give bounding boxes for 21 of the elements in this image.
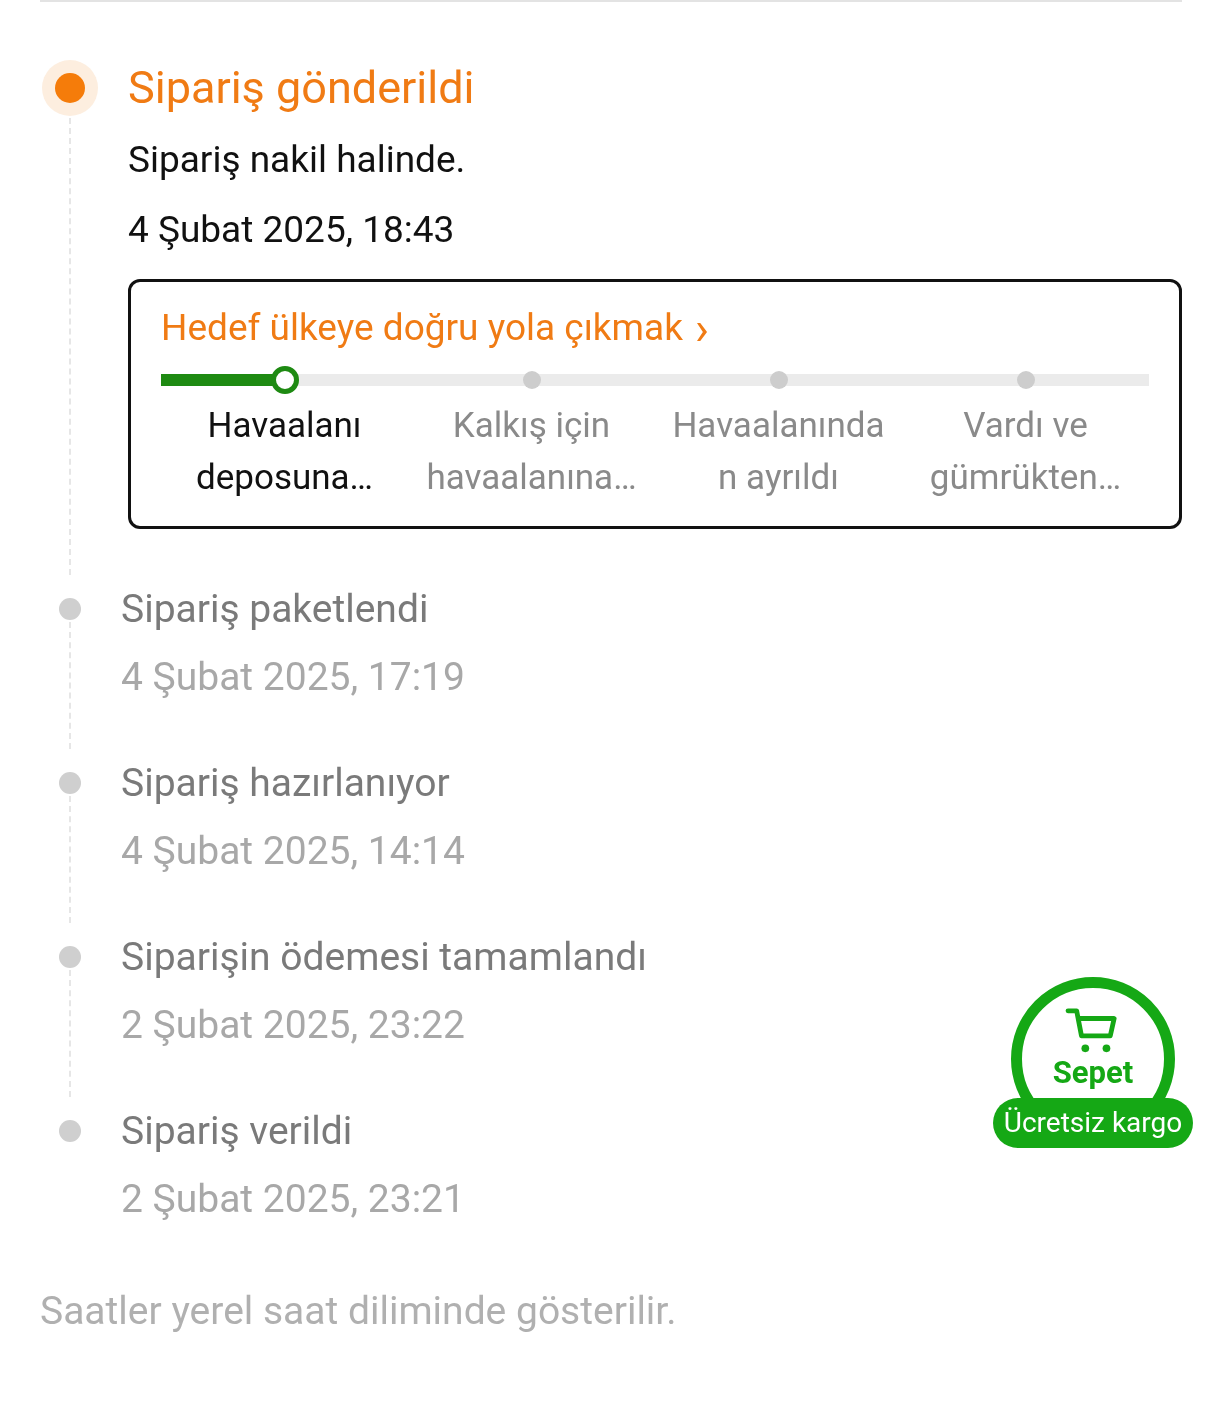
status-detail: Sipariş nakil halinde.: [128, 137, 466, 183]
status-title: Sipariş gönderildi: [128, 60, 475, 116]
free-shipping-ribbon: Ücretsiz kargo: [993, 1098, 1193, 1148]
status-detail: 2 Şubat 2025, 23:21: [121, 1175, 465, 1224]
timezone-note: Saatler yerel saat diliminde gösterilir.: [39, 1287, 678, 1336]
status-detail: 4 Şubat 2025, 17:19: [121, 653, 465, 702]
status-detail: 2 Şubat 2025, 23:22: [121, 1001, 465, 1050]
status-title: Sipariş hazırlanıyor: [121, 759, 450, 808]
chevron-icon: ›: [694, 303, 709, 353]
status-title: Sipariş paketlendi: [121, 585, 429, 634]
step-label: Vardı ve gümrükten…: [928, 404, 1123, 500]
step-label: Kalkış için havaalanına…: [425, 404, 638, 500]
step-label: Havaalanı deposuna…: [194, 404, 375, 500]
step-label: Havaalanında n ayrıldı: [671, 404, 886, 500]
status-detail: 4 Şubat 2025, 14:14: [121, 827, 465, 876]
status-title: Siparişin ödemesi tamamlandı: [121, 933, 647, 982]
tracking-card[interactable]: Hedef ülkeye doğru yola çıkmak › Havaalanı deposuna… Kalkış için havaalanına… Havaalanında n ayrıldı Vardı ve gümrükten…: [128, 279, 1182, 529]
tracking-heading[interactable]: Hedef ülkeye doğru yola çıkmak: [161, 300, 683, 356]
status-detail: 4 Şubat 2025, 18:43: [128, 207, 455, 253]
status-title: Sipariş verildi: [121, 1107, 353, 1156]
cart-label: Sepet: [1052, 1056, 1134, 1090]
